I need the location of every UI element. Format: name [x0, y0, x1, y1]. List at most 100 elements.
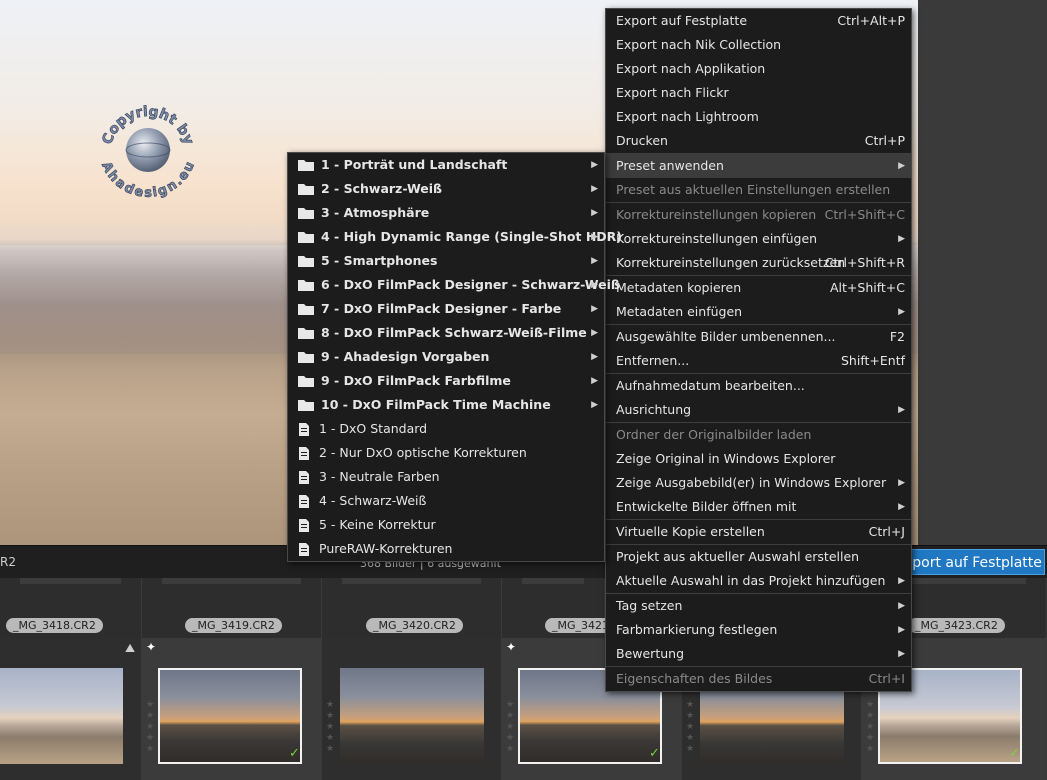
right-side-panel	[918, 0, 1047, 545]
thumb-top-edge	[162, 578, 301, 584]
status-filename: R2	[0, 555, 16, 569]
rating-stars[interactable]: ★ ★ ★ ★ ★	[866, 700, 876, 755]
thumbnail-cell[interactable]: ✦ ★ ★ ★ ★ ★ ✓	[142, 638, 322, 780]
filmstrip-name-cell: _MG_3418.CR2	[0, 578, 142, 638]
menu-item-export-disk[interactable]: Export auf Festplatte Ctrl+Alt+P	[606, 9, 911, 33]
preset-folder-item[interactable]: 9 - Ahadesign Vorgaben ▶	[288, 345, 604, 369]
menu-item-color-label[interactable]: Farbmarkierung festlegen ▶	[606, 618, 911, 642]
menu-item-copy-metadata[interactable]: Metadaten kopieren Alt+Shift+C	[606, 276, 911, 300]
filename-label: _MG_3419.CR2	[185, 618, 282, 633]
preset-folder-item[interactable]: 6 - DxO FilmPack Designer - Schwarz-Weiß…	[288, 273, 620, 297]
folder-icon	[298, 400, 314, 411]
menu-item-export-nik[interactable]: Export nach Nik Collection	[606, 33, 911, 57]
menu-item-edit-date[interactable]: Aufnahmedatum bearbeiten...	[606, 374, 911, 398]
menu-item-label: Korrektureinstellungen kopieren	[616, 207, 817, 222]
menu-item-rating[interactable]: Bewertung ▶	[606, 642, 911, 666]
menu-item-create-project[interactable]: Projekt aus aktueller Auswahl erstellen	[606, 545, 911, 569]
menu-item-export-application[interactable]: Export nach Applikation	[606, 57, 911, 81]
menu-item-export-lightroom[interactable]: Export nach Lightroom	[606, 105, 911, 129]
folder-icon	[298, 232, 314, 243]
menu-item-label: Metadaten einfügen	[616, 304, 743, 319]
preset-folder-item[interactable]: 9 - DxO FilmPack Farbfilme ▶	[288, 369, 604, 393]
submenu-arrow-icon: ▶	[898, 234, 905, 244]
menu-item-create-preset[interactable]: Preset aus aktuellen Einstellungen erste…	[606, 178, 911, 202]
menu-item-label: Preset anwenden	[616, 158, 724, 173]
menu-item-label: Projekt aus aktueller Auswahl erstellen	[616, 549, 860, 564]
submenu-arrow-icon: ▶	[591, 232, 598, 242]
rating-stars[interactable]: ★ ★ ★ ★ ★	[146, 700, 156, 755]
preset-item[interactable]: 3 - Neutrale Farben	[288, 465, 604, 489]
rating-stars[interactable]: ★ ★ ★ ★ ★	[506, 700, 516, 755]
preset-folder-item[interactable]: 10 - DxO FilmPack Time Machine ▶	[288, 393, 604, 417]
menu-item-label: 3 - Neutrale Farben	[319, 469, 440, 484]
preset-folder-item[interactable]: 8 - DxO FilmPack Schwarz-Weiß-Filme ▶	[288, 321, 604, 345]
menu-item-remove[interactable]: Entfernen... Shift+Entf	[606, 349, 911, 373]
menu-item-add-to-project[interactable]: Aktuelle Auswahl in das Projekt hinzufüg…	[606, 569, 911, 593]
menu-item-paste-metadata[interactable]: Metadaten einfügen ▶	[606, 300, 911, 324]
menu-item-label: Metadaten kopieren	[616, 280, 742, 295]
preset-item[interactable]: 4 - Schwarz-Weiß	[288, 489, 604, 513]
menu-item-label: 10 - DxO FilmPack Time Machine	[321, 397, 551, 412]
preset-folder-item[interactable]: 7 - DxO FilmPack Designer - Farbe ▶	[288, 297, 604, 321]
preset-item[interactable]: 5 - Keine Korrektur	[288, 513, 604, 537]
menu-item-paste-corrections[interactable]: Korrektureinstellungen einfügen ▶	[606, 227, 911, 251]
filmstrip-name-cell: _MG_3420.CR2	[322, 578, 502, 638]
menu-item-image-properties[interactable]: Eigenschaften des Bildes Ctrl+I	[606, 667, 911, 691]
menu-item-show-output-explorer[interactable]: Zeige Ausgabebild(er) in Windows Explore…	[606, 471, 911, 495]
submenu-arrow-icon: ▶	[591, 376, 598, 386]
menu-item-rename[interactable]: Ausgewählte Bilder umbenennen... F2	[606, 325, 911, 349]
preset-folder-item[interactable]: 1 - Porträt und Landschaft ▶	[288, 153, 604, 177]
menu-item-label: 9 - Ahadesign Vorgaben	[321, 349, 490, 364]
submenu-arrow-icon: ▶	[898, 625, 905, 635]
menu-item-label: 4 - High Dynamic Range (Single-Shot HDR)	[321, 229, 622, 244]
thumbnail-image[interactable]	[340, 668, 484, 764]
preset-folder-item[interactable]: 4 - High Dynamic Range (Single-Shot HDR)…	[288, 225, 622, 249]
menu-item-label: Entfernen...	[616, 353, 690, 368]
processed-check-icon: ✓	[649, 746, 660, 761]
thumbnail-image[interactable]	[158, 668, 302, 764]
menu-item-label: Virtuelle Kopie erstellen	[616, 524, 765, 539]
filmstrip-name-cell: _MG_3421	[502, 578, 617, 638]
preset-folder-item[interactable]: 2 - Schwarz-Weiß ▶	[288, 177, 604, 201]
preset-folder-item[interactable]: 5 - Smartphones ▶	[288, 249, 604, 273]
submenu-arrow-icon: ▶	[898, 161, 905, 171]
menu-item-label: Aktuelle Auswahl in das Projekt hinzufüg…	[616, 573, 886, 588]
thumbnail-cell[interactable]: ⛰	[0, 638, 142, 780]
folder-icon	[298, 256, 314, 267]
menu-item-show-original-explorer[interactable]: Zeige Original in Windows Explorer	[606, 447, 911, 471]
menu-item-set-tag[interactable]: Tag setzen ▶	[606, 594, 911, 618]
submenu-arrow-icon: ▶	[591, 160, 598, 170]
menu-item-export-flickr[interactable]: Export nach Flickr	[606, 81, 911, 105]
sparkle-icon: ✦	[506, 640, 517, 654]
preset-item[interactable]: 1 - DxO Standard	[288, 417, 604, 441]
preset-folder-item[interactable]: 3 - Atmosphäre ▶	[288, 201, 604, 225]
filename-label: _MG_3423.CR2	[908, 618, 1005, 633]
menu-item-copy-corrections[interactable]: Korrektureinstellungen kopieren Ctrl+Shif…	[606, 203, 911, 227]
menu-item-reset-corrections[interactable]: Korrektureinstellungen zurücksetzen Ctrl+…	[606, 251, 911, 275]
menu-item-label: Farbmarkierung festlegen	[616, 622, 778, 637]
menu-item-label: PureRAW-Korrekturen	[319, 541, 453, 556]
submenu-arrow-icon: ▶	[898, 307, 905, 317]
menu-item-print[interactable]: Drucken Ctrl+P	[606, 129, 911, 153]
export-to-disk-button[interactable]: xport auf Festplatte	[895, 549, 1045, 575]
menu-shortcut: Ctrl+J	[868, 524, 905, 539]
folder-icon	[298, 208, 314, 219]
submenu-arrow-icon: ▶	[591, 208, 598, 218]
menu-shortcut: Ctrl+P	[864, 133, 905, 148]
filename-label: _MG_3418.CR2	[6, 618, 103, 633]
menu-item-label: Preset aus aktuellen Einstellungen erste…	[616, 182, 891, 197]
preset-item[interactable]: 2 - Nur DxO optische Korrekturen	[288, 441, 604, 465]
menu-item-virtual-copy[interactable]: Virtuelle Kopie erstellen Ctrl+J	[606, 520, 911, 544]
menu-item-load-original-folder[interactable]: Ordner der Originalbilder laden	[606, 423, 911, 447]
menu-shortcut: Alt+Shift+C	[829, 280, 905, 295]
rating-stars[interactable]: ★ ★ ★ ★ ★	[326, 700, 336, 755]
thumbnail-image[interactable]	[0, 668, 123, 764]
rating-stars[interactable]: ★ ★ ★ ★ ★	[686, 700, 696, 755]
menu-item-label: Entwickelte Bilder öffnen mit	[616, 499, 797, 514]
thumbnail-cell[interactable]: ★ ★ ★ ★ ★	[322, 638, 502, 780]
preset-item[interactable]: PureRAW-Korrekturen	[288, 537, 604, 561]
submenu-arrow-icon: ▶	[591, 304, 598, 314]
menu-item-open-developed-with[interactable]: Entwickelte Bilder öffnen mit ▶	[606, 495, 911, 519]
menu-item-orientation[interactable]: Ausrichtung ▶	[606, 398, 911, 422]
menu-item-apply-preset[interactable]: Preset anwenden ▶	[606, 154, 911, 178]
